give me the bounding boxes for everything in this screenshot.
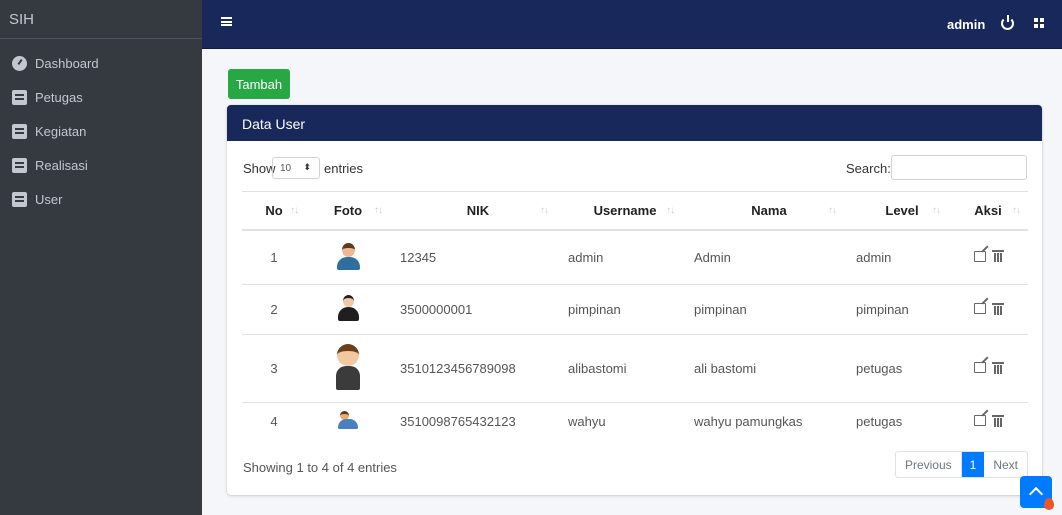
sort-icon: ↑↓: [540, 205, 549, 216]
cell-username: admin: [556, 229, 682, 285]
cell-level: pimpinan: [844, 284, 948, 335]
table-info: Showing 1 to 4 of 4 entries: [243, 460, 397, 475]
table-header-row: No ↑↓ Foto ↑↓ NIK ↑↓ Username ↑↓ Nama ↑↓ Leve…: [242, 191, 1028, 231]
book-icon: [12, 90, 27, 105]
entries-label: entries: [324, 161, 364, 176]
table-row: 2 3500000001 pimpinan pimpinan pimpinan: [242, 284, 1028, 335]
cell-nik: 3510098765432123: [390, 402, 556, 441]
cell-no: 1: [242, 229, 306, 285]
sidebar-item-realisasi[interactable]: Realisasi: [0, 158, 202, 192]
power-icon[interactable]: [1001, 15, 1014, 30]
sidebar-item-user[interactable]: User: [0, 192, 202, 226]
sort-icon: ↑↓: [932, 205, 941, 216]
sidebar-item-label: Petugas: [35, 90, 83, 105]
sidebar-item-label: Realisasi: [35, 158, 88, 173]
sidebar-item-label: Dashboard: [35, 56, 99, 71]
cell-username: alibastomi: [556, 334, 682, 403]
column-header-nik[interactable]: NIK ↑↓: [390, 191, 556, 231]
card-title: Data User: [227, 105, 1042, 141]
trash-icon[interactable]: [991, 250, 1004, 263]
edit-icon[interactable]: [973, 362, 986, 373]
avatar: [333, 344, 363, 390]
cell-nik: 12345: [390, 229, 556, 285]
cell-username: wahyu: [556, 402, 682, 441]
sort-icon: ↑↓: [1012, 205, 1021, 216]
grid-icon[interactable]: [1034, 18, 1044, 28]
avatar: [336, 242, 360, 270]
edit-icon[interactable]: [973, 303, 986, 314]
cell-level: petugas: [844, 334, 948, 403]
sidebar-item-label: User: [35, 192, 63, 207]
cell-nik: 3510123456789098: [390, 334, 556, 403]
cell-nik: 3500000001: [390, 284, 556, 335]
sidebar-nav: Dashboard Petugas Kegiatan Realisasi Use…: [0, 39, 202, 226]
column-header-aksi[interactable]: Aksi ↑↓: [948, 191, 1028, 231]
page-1-button[interactable]: 1: [961, 452, 985, 477]
cell-username: pimpinan: [556, 284, 682, 335]
search-input[interactable]: [891, 155, 1027, 180]
table-row: 4 3510098765432123 wahyu wahyu pamungkas…: [242, 402, 1028, 441]
column-header-label: Foto: [333, 202, 363, 218]
column-header-no[interactable]: No ↑↓: [242, 191, 306, 231]
select-arrows-icon: ⬍: [303, 162, 311, 172]
next-button[interactable]: Next: [984, 452, 1027, 477]
hamburger-menu-icon[interactable]: [221, 17, 232, 26]
column-header-foto[interactable]: Foto ↑↓: [306, 191, 390, 231]
book-icon: [12, 124, 27, 139]
cell-nama: pimpinan: [682, 284, 844, 335]
column-header-nama[interactable]: Nama ↑↓: [682, 191, 844, 231]
data-user-card: Data User Show 10 ⬍ entries Search: No ↑↓…: [227, 105, 1042, 495]
previous-button[interactable]: Previous: [896, 452, 962, 477]
column-header-level[interactable]: Level ↑↓: [844, 191, 948, 231]
edit-icon[interactable]: [973, 415, 986, 427]
cell-no: 4: [242, 402, 306, 441]
sidebar-item-label: Kegiatan: [35, 124, 87, 139]
trash-icon[interactable]: [991, 414, 1004, 427]
cell-nama: ali bastomi: [682, 334, 844, 403]
cell-nama: Admin: [682, 229, 844, 285]
brand-logo[interactable]: SIH: [0, 0, 202, 39]
column-header-label: Nama: [751, 202, 787, 218]
trash-icon[interactable]: [991, 302, 1004, 315]
sort-icon: ↑↓: [374, 205, 383, 216]
book-icon: [12, 192, 27, 207]
sort-icon: ↑↓: [666, 205, 675, 216]
column-header-label: Aksi: [974, 202, 1002, 218]
sort-icon: ↑↓: [290, 205, 299, 216]
book-icon: [12, 158, 27, 173]
flame-icon: [1044, 498, 1054, 510]
add-button[interactable]: Tambah: [228, 69, 290, 99]
sort-icon: ↑↓: [828, 205, 837, 216]
trash-icon[interactable]: [991, 361, 1004, 374]
sidebar: SIH Dashboard Petugas Kegiatan Realisasi…: [0, 0, 202, 515]
column-header-username[interactable]: Username ↑↓: [556, 191, 682, 231]
top-navbar: admin: [202, 0, 1062, 49]
show-label: Show: [243, 161, 276, 176]
cell-level: admin: [844, 229, 948, 285]
column-header-label: Level: [885, 202, 919, 218]
user-table: No ↑↓ Foto ↑↓ NIK ↑↓ Username ↑↓ Nama ↑↓ Leve…: [242, 191, 1028, 441]
sidebar-item-dashboard[interactable]: Dashboard: [0, 56, 202, 90]
column-header-label: No: [265, 202, 283, 218]
cell-nama: wahyu pamungkas: [682, 402, 844, 441]
sidebar-item-petugas[interactable]: Petugas: [0, 90, 202, 124]
column-header-label: NIK: [466, 202, 490, 218]
cell-no: 2: [242, 284, 306, 335]
entries-select[interactable]: 10 ⬍: [272, 157, 320, 179]
search-label: Search:: [846, 161, 891, 176]
table-row: 1 12345 admin Admin admin: [242, 229, 1028, 285]
dashboard-icon: [12, 56, 27, 71]
edit-icon[interactable]: [973, 250, 986, 262]
cell-no: 3: [242, 334, 306, 403]
avatar: [337, 295, 359, 321]
entries-select-value: 10: [280, 163, 292, 174]
table-row: 3 3510123456789098 alibastomi ali bastom…: [242, 334, 1028, 403]
user-name[interactable]: admin: [947, 17, 985, 32]
sidebar-item-kegiatan[interactable]: Kegiatan: [0, 124, 202, 158]
column-header-label: Username: [593, 202, 657, 218]
avatar: [338, 411, 358, 430]
pagination: Previous 1 Next: [894, 451, 1028, 478]
cell-level: petugas: [844, 402, 948, 441]
